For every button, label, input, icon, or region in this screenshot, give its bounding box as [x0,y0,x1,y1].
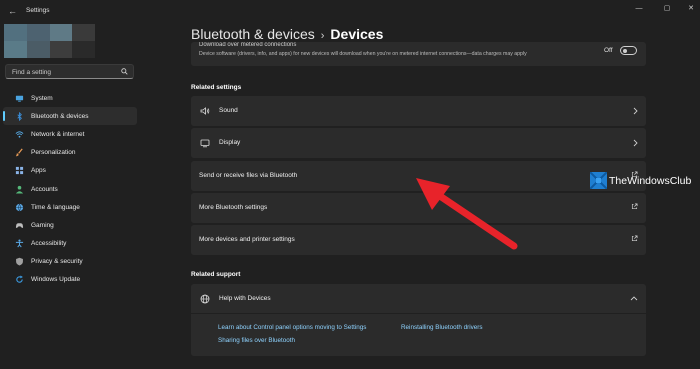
speaker-icon [200,107,210,115]
annotation-arrow [416,178,518,250]
external-link-icon [631,235,638,242]
help-title: Help with Devices [219,295,271,302]
sidebar-item-label: Time & language [31,203,80,211]
sidebar-item-label: Network & internet [31,130,85,138]
minimize-button[interactable]: — [632,4,646,14]
accessibility-icon [15,239,24,248]
help-link-reinstall-drivers[interactable]: Reinstalling Bluetooth drivers [401,324,483,331]
person-icon [15,185,24,194]
globe-icon [15,203,24,212]
breadcrumb: Bluetooth & devices › Devices [191,26,383,42]
monitor-icon [15,95,24,102]
page-title: Devices [330,26,384,42]
help-link-control-panel[interactable]: Learn about Control panel options moving… [218,324,366,331]
help-header[interactable]: Help with Devices [191,284,646,314]
brush-icon [15,148,23,157]
help-link-sharing-files[interactable]: Sharing files over Bluetooth [218,337,295,344]
sidebar-item-label: Personalization [31,149,76,157]
sidebar-item-label: System [31,94,53,102]
sound-row[interactable]: Sound [191,96,646,126]
related-settings-heading: Related settings [191,84,242,91]
windowsclub-logo-icon [590,172,607,189]
search-input[interactable] [12,67,120,77]
wifi-icon [15,131,24,138]
sidebar-item-system[interactable]: System [3,89,137,107]
watermark: TheWindowsClub [590,172,691,189]
sidebar-item-label: Windows Update [31,276,81,284]
display-row[interactable]: Display [191,128,646,158]
more-bluetooth-settings-label: More Bluetooth settings [199,204,268,211]
chevron-up-icon[interactable] [630,295,638,301]
globe-icon [200,294,210,304]
sidebar-nav: System Bluetooth & devices Network & inter… [0,89,140,289]
bluetooth-icon [17,111,22,121]
title-bar: ← Settings — ▢ ✕ [0,0,700,22]
sidebar-item-label: Privacy & security [31,258,83,266]
sidebar-item-network-internet[interactable]: Network & internet [3,125,137,143]
related-support-heading: Related support [191,271,241,278]
more-devices-printer-settings-label: More devices and printer settings [199,236,295,243]
help-with-devices-card: Help with Devices Learn about Control pa… [191,284,646,356]
sidebar-item-accounts[interactable]: Accounts [3,180,137,198]
apps-icon [15,167,24,175]
toggle-knob [623,48,627,53]
chevron-right-icon [633,139,638,147]
sound-label: Sound [219,107,238,114]
metered-description: Device software (drivers, info, and apps… [199,51,527,57]
user-avatar-blurred[interactable] [4,24,95,58]
shield-icon [16,258,23,266]
close-button[interactable]: ✕ [684,4,698,14]
external-link-icon [631,203,638,210]
breadcrumb-separator: › [320,30,325,42]
app-title: Settings [26,7,50,14]
maximize-button[interactable]: ▢ [660,4,674,14]
search-icon[interactable] [121,68,128,75]
sidebar-item-accessibility[interactable]: Accessibility [3,235,137,253]
controller-icon [15,223,24,228]
display-icon [200,139,210,148]
send-receive-bluetooth-label: Send or receive files via Bluetooth [199,172,298,179]
sidebar-item-label: Accessibility [31,240,67,248]
update-icon [16,275,23,284]
search-box[interactable] [5,64,134,79]
sidebar-item-windows-update[interactable]: Windows Update [3,271,137,289]
sidebar-item-label: Gaming [31,221,54,229]
sidebar-item-privacy-security[interactable]: Privacy & security [3,253,137,271]
display-label: Display [219,139,241,146]
metered-connections-card: Download over metered connections Device… [191,42,646,66]
back-arrow-icon[interactable]: ← [8,6,18,16]
metered-toggle[interactable] [620,46,637,55]
sidebar-item-time-language[interactable]: Time & language [3,198,137,216]
chevron-right-icon [633,107,638,115]
sidebar-item-label: Bluetooth & devices [31,112,89,120]
watermark-text: TheWindowsClub [609,174,692,187]
sidebar-item-label: Apps [31,167,46,175]
metered-toggle-state: Off [604,47,613,54]
sidebar-item-bluetooth-devices[interactable]: Bluetooth & devices [3,107,137,126]
breadcrumb-parent[interactable]: Bluetooth & devices [191,26,315,42]
sidebar-item-label: Accounts [31,185,58,193]
sidebar-item-personalization[interactable]: Personalization [3,144,137,162]
sidebar-item-gaming[interactable]: Gaming [3,216,137,234]
sidebar-item-apps[interactable]: Apps [3,162,137,180]
metered-title: Download over metered connections [199,42,297,48]
